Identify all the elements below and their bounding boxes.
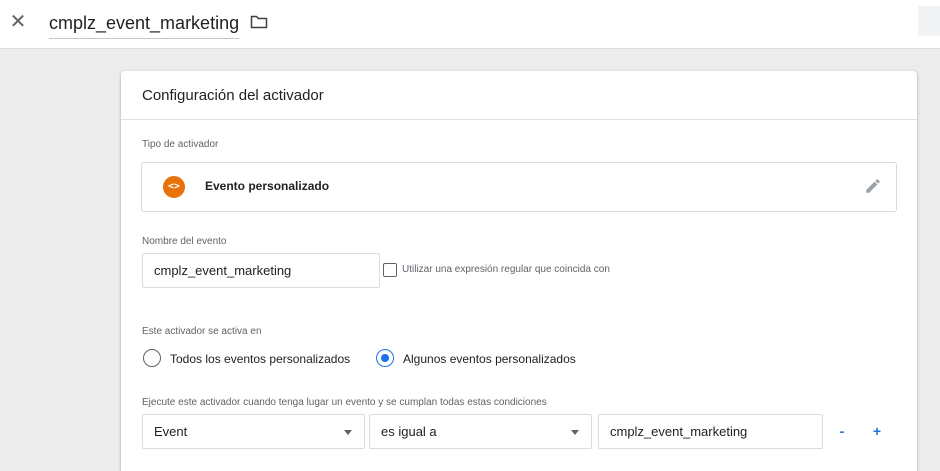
trigger-type-label: Tipo de activador <box>142 139 219 150</box>
trigger-config-card: Configuración del activador Tipo de acti… <box>121 71 917 471</box>
regex-checkbox[interactable] <box>383 263 397 277</box>
trigger-type-selector[interactable]: <> Evento personalizado <box>141 162 897 212</box>
folder-icon[interactable] <box>250 14 268 30</box>
event-name-input[interactable] <box>142 253 380 288</box>
operator-select-value: es igual a <box>381 424 437 439</box>
add-condition-button[interactable]: + <box>869 423 885 439</box>
radio-some-events[interactable] <box>376 349 394 367</box>
radio-all-events-label: Todos los eventos personalizados <box>170 352 351 366</box>
condition-value-input[interactable] <box>598 414 823 449</box>
custom-event-icon: <> <box>163 176 185 198</box>
radio-some-events-label: Algunos eventos personalizados <box>403 352 576 366</box>
trigger-title[interactable]: cmplz_event_marketing <box>49 11 240 39</box>
variable-select-value: Event <box>154 424 188 439</box>
radio-all-events[interactable] <box>143 349 161 367</box>
regex-checkbox-label: Utilizar una expresión regular que coinc… <box>402 264 610 275</box>
caret-down-icon <box>571 430 579 435</box>
caret-down-icon <box>344 430 352 435</box>
top-bar: ✕ cmplz_event_marketing <box>0 0 940 49</box>
card-title: Configuración del activador <box>142 87 324 104</box>
operator-select[interactable]: es igual a <box>369 414 592 449</box>
close-icon[interactable]: ✕ <box>8 10 28 34</box>
fires-on-label: Este activador se activa en <box>142 326 262 337</box>
card-header: Configuración del activador <box>121 71 917 120</box>
corner-panel <box>918 6 940 36</box>
event-name-label: Nombre del evento <box>142 236 227 247</box>
conditions-label: Ejecute este activador cuando tenga luga… <box>142 397 547 408</box>
remove-condition-button[interactable]: - <box>834 423 850 439</box>
trigger-type-name: Evento personalizado <box>205 179 330 193</box>
pencil-icon[interactable] <box>864 177 882 195</box>
variable-select[interactable]: Event <box>142 414 365 449</box>
